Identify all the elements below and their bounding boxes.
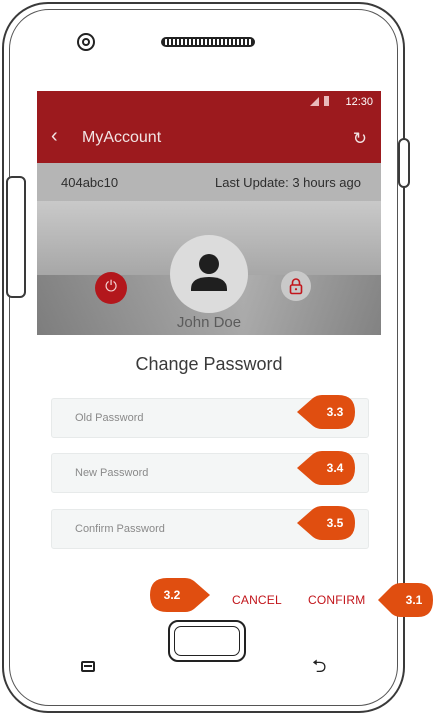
refresh-icon[interactable]: ↻ <box>353 130 367 147</box>
callout-label-3-2: 3.2 <box>163 588 181 602</box>
lock-icon[interactable] <box>281 271 311 301</box>
status-bar: 12:30 <box>37 91 381 113</box>
power-side-button <box>398 138 410 188</box>
signal-icon <box>310 97 319 106</box>
confirm-button[interactable]: CONFIRM <box>308 593 365 607</box>
camera-icon <box>77 33 95 51</box>
menu-key-icon[interactable] <box>81 661 95 672</box>
home-key-icon[interactable] <box>168 620 246 662</box>
person-icon <box>191 254 227 291</box>
profile-header: ⏻ John Doe <box>37 201 381 335</box>
callout-badge-3-4: 3.4 <box>297 451 355 485</box>
cancel-button[interactable]: CANCEL <box>232 593 282 607</box>
dialog-title: Change Password <box>135 354 283 374</box>
callout-label-3-5: 3.5 <box>326 516 344 530</box>
info-bar: 404abc10 Last Update: 3 hours ago <box>37 163 381 201</box>
app-bar: ‹ MyAccount ↻ <box>37 113 381 163</box>
device-id: 404abc10 <box>61 175 119 190</box>
last-update-text: Last Update: 3 hours ago <box>215 175 361 190</box>
callout-label-3-4: 3.4 <box>326 461 344 475</box>
battery-icon <box>324 96 329 106</box>
callout-label-3-1: 3.1 <box>405 593 423 607</box>
status-time: 12:30 <box>345 96 373 108</box>
callout-badge-3-1: 3.1 <box>378 583 433 617</box>
callout-badge-3-5: 3.5 <box>297 506 355 540</box>
callout-badge-3-2: 3.2 <box>150 578 210 612</box>
speaker-grille-icon <box>161 37 255 47</box>
back-key-icon[interactable]: ⮌ <box>312 657 326 675</box>
user-name: John Doe <box>176 314 242 331</box>
callout-label-3-3: 3.3 <box>326 405 344 419</box>
callout-badge-3-3: 3.3 <box>297 395 355 429</box>
volume-side-button <box>6 176 26 298</box>
power-icon[interactable]: ⏻ <box>95 272 127 304</box>
back-arrow-icon[interactable]: ‹ <box>51 126 58 146</box>
app-title: MyAccount <box>82 129 162 146</box>
